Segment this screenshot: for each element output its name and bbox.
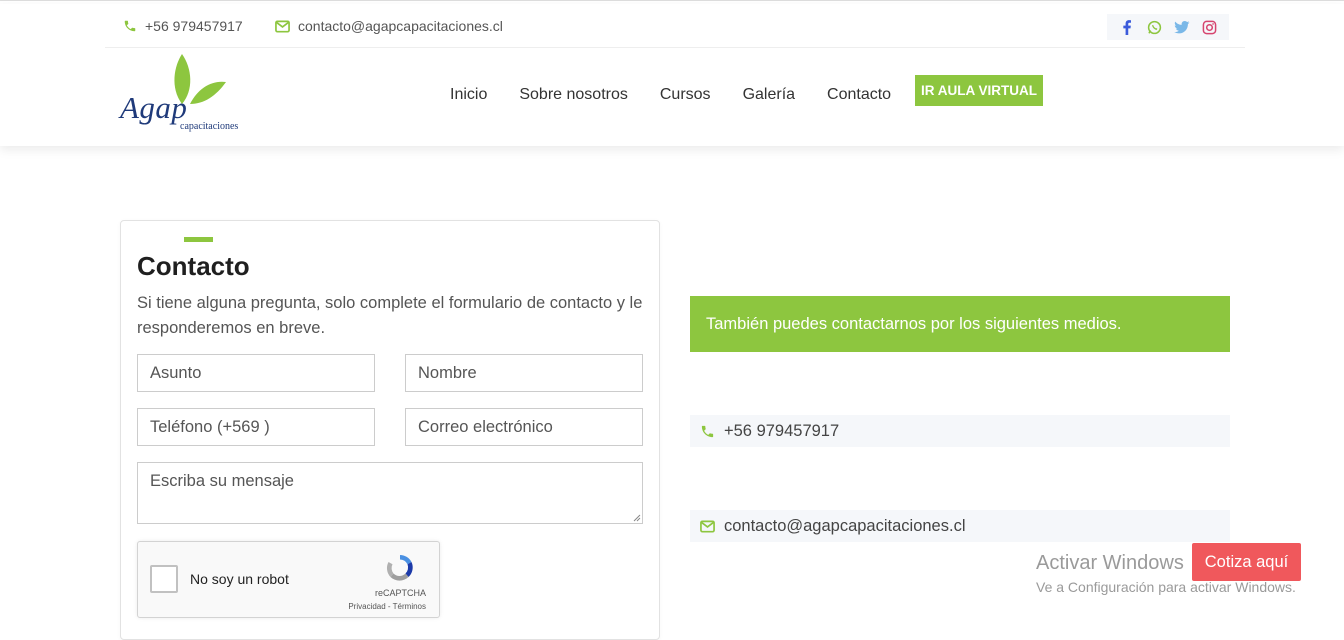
recaptcha-links[interactable]: Privacidad - Términos [138,602,426,611]
topbar-phone-text: +56 979457917 [145,18,243,34]
form-title: Contacto [137,251,250,281]
nav-item-contacto[interactable]: Contacto [827,86,891,104]
topbar-email-text: contacto@agapcapacitaciones.cl [298,18,503,34]
message-textarea[interactable]: Escriba su mensaje [137,462,643,524]
top-bar: +56 979457917 contacto@agapcapacitacione… [105,4,1245,48]
subject-input[interactable]: Asunto [137,354,375,392]
title-accent-bar [184,237,213,242]
nav-item-cursos[interactable]: Cursos [660,86,711,104]
whatsapp-icon[interactable] [1143,16,1165,38]
nav-item-sobre-nosotros[interactable]: Sobre nosotros [519,86,628,104]
nav-item-galeria[interactable]: Galería [743,86,795,104]
logo-subtitle: capacitaciones [180,121,239,132]
recaptcha-brand: reCAPTCHA [374,588,426,598]
facebook-icon[interactable] [1116,16,1138,38]
form-description: Si tiene alguna pregunta, solo complete … [137,294,643,337]
main-nav: Inicio Sobre nosotros Cursos Galería Con… [450,86,923,104]
phone-input[interactable]: Teléfono (+569 ) [137,408,375,446]
resize-handle-icon[interactable] [633,514,641,522]
topbar-email[interactable]: contacto@agapcapacitaciones.cl [275,18,503,34]
recaptcha-label: No soy un robot [190,571,289,587]
recaptcha-widget: No soy un robot reCAPTCHA Privacidad - T… [137,541,440,618]
contact-form-card: Contacto Si tiene alguna pregunta, solo … [120,220,660,640]
name-input[interactable]: Nombre [405,354,643,392]
contact-email-text: contacto@agapcapacitaciones.cl [724,516,966,535]
phone-icon [123,19,137,33]
social-links [1107,14,1229,40]
nav-item-inicio[interactable]: Inicio [450,86,487,104]
cotiza-button[interactable]: Cotiza aquí [1192,543,1301,581]
topbar-phone[interactable]: +56 979457917 [123,18,243,34]
aula-virtual-button[interactable]: IR AULA VIRTUAL [915,75,1043,106]
message-placeholder: Escriba su mensaje [150,472,294,490]
phone-icon [690,424,724,439]
envelope-icon [275,20,290,33]
contact-phone-row[interactable]: +56 979457917 [690,415,1230,447]
recaptcha-icon [386,555,413,581]
email-input[interactable]: Correo electrónico [405,408,643,446]
logo[interactable]: Agap capacitaciones [118,52,248,134]
instagram-icon[interactable] [1198,16,1220,38]
watermark-subtitle: Ve a Configuración para activar Windows. [1036,579,1296,595]
contact-phone-text: +56 979457917 [724,421,840,440]
contact-email-row[interactable]: contacto@agapcapacitaciones.cl [690,510,1230,542]
site-header: +56 979457917 contacto@agapcapacitacione… [0,4,1344,146]
logo-name: Agap [120,90,188,125]
twitter-icon[interactable] [1171,16,1193,38]
contact-info-banner: También puedes contactarnos por los sigu… [690,296,1230,352]
envelope-icon [690,520,724,533]
